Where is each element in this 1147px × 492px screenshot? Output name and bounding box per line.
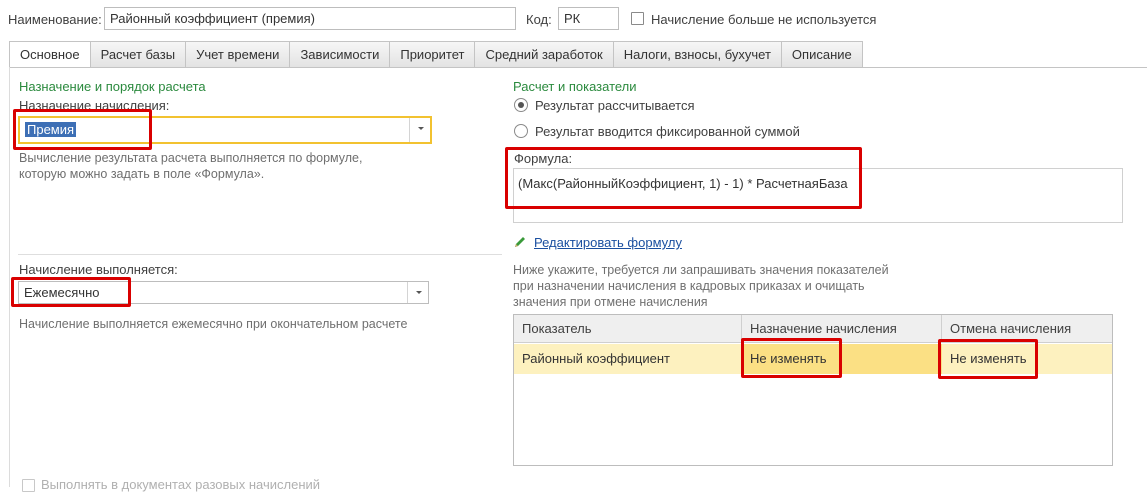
one-time-label: Выполнять в документах разовых начислени…	[41, 477, 321, 492]
radio-calculated-label: Результат рассчитывается	[535, 98, 695, 113]
period-hint: Начисление выполняется ежемесячно при ок…	[19, 317, 408, 331]
tab-bar: Основное Расчет базы Учет времени Зависи…	[9, 41, 863, 68]
tab-base[interactable]: Расчет базы	[90, 41, 187, 68]
radio-fixed[interactable]	[514, 124, 528, 138]
table-row[interactable]: Районный коэффициент Не изменять Не изме…	[514, 344, 1112, 374]
tab-priority[interactable]: Приоритет	[390, 41, 476, 68]
one-time-checkbox[interactable]	[22, 479, 35, 492]
period-label: Начисление выполняется:	[19, 262, 178, 277]
right-section-title: Расчет и показатели	[513, 79, 637, 94]
separator	[18, 254, 502, 255]
code-input[interactable]: РК	[558, 7, 619, 30]
tab-panel-border	[9, 67, 1147, 68]
left-section-title: Назначение и порядок расчета	[19, 79, 206, 94]
indicators-hint-1: Ниже укажите, требуется ли запрашивать з…	[513, 263, 889, 277]
period-dropdown[interactable]: Ежемесячно	[18, 281, 429, 304]
chevron-down-icon[interactable]	[409, 118, 430, 142]
column-header-assign[interactable]: Назначение начисления	[742, 315, 942, 343]
purpose-value: Премия	[25, 122, 77, 137]
column-header-cancel[interactable]: Отмена начисления	[942, 315, 1112, 343]
name-label: Наименование:	[8, 12, 102, 27]
tab-taxes[interactable]: Налоги, взносы, бухучет	[613, 41, 782, 68]
indicators-hint-3: значения при отмене начисления	[513, 295, 708, 309]
formula-value: (Макс(РайонныйКоэффициент, 1) - 1) * Рас…	[518, 176, 848, 191]
indicators-hint-2: при назначении начисления в кадровых при…	[513, 279, 865, 293]
purpose-hint-1: Вычисление результата расчета выполняетс…	[19, 151, 363, 165]
purpose-dropdown[interactable]: Премия	[18, 116, 432, 144]
purpose-label: Назначение начисления:	[19, 98, 170, 113]
name-input[interactable]: Районный коэффициент (премия)	[104, 7, 516, 30]
radio-fixed-label: Результат вводится фиксированной суммой	[535, 124, 800, 139]
formula-label: Формула:	[514, 151, 573, 166]
radio-calculated[interactable]	[514, 98, 528, 112]
indicators-table: Показатель Назначение начисления Отмена …	[513, 314, 1113, 466]
cell-assign[interactable]: Не изменять	[742, 344, 942, 374]
period-value: Ежемесячно	[24, 285, 100, 300]
column-header-indicator[interactable]: Показатель	[514, 315, 742, 343]
chevron-down-icon[interactable]	[407, 282, 428, 303]
tab-description[interactable]: Описание	[781, 41, 863, 68]
purpose-hint-2: которую можно задать в поле «Формула».	[19, 167, 265, 181]
tab-time[interactable]: Учет времени	[186, 41, 291, 68]
tab-average[interactable]: Средний заработок	[475, 41, 614, 68]
unused-checkbox[interactable]	[631, 12, 644, 25]
cell-cancel[interactable]: Не изменять	[942, 344, 1112, 374]
table-header: Показатель Назначение начисления Отмена …	[514, 315, 1112, 343]
tab-panel-left-border	[9, 67, 10, 487]
tab-dependencies[interactable]: Зависимости	[290, 41, 391, 68]
edit-formula-link[interactable]: Редактировать формулу	[534, 235, 682, 250]
tab-main[interactable]: Основное	[9, 41, 91, 68]
code-label: Код:	[526, 12, 552, 27]
pencil-icon	[513, 235, 527, 252]
unused-label: Начисление больше не используется	[651, 12, 877, 27]
cell-indicator[interactable]: Районный коэффициент	[514, 344, 742, 374]
